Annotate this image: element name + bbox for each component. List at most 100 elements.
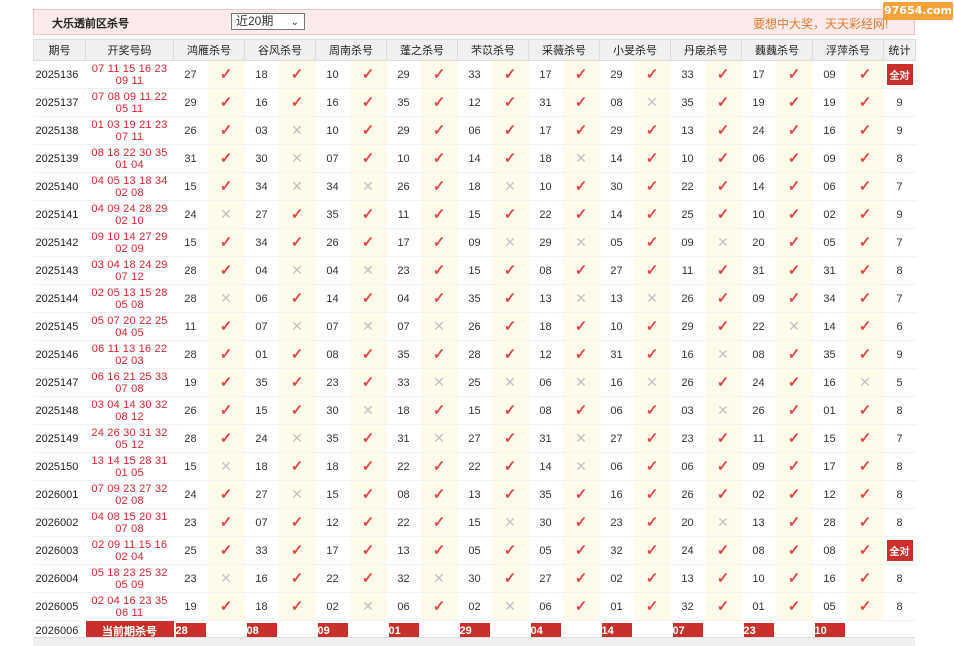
period-cell: 2025150 xyxy=(33,452,86,481)
check-icon: ✓ xyxy=(846,509,884,536)
kill-cell: 03 ✕ xyxy=(244,116,316,145)
check-icon: ✓ xyxy=(704,565,742,592)
draw-numbers: 03 04 14 30 32 08 12 xyxy=(85,396,174,425)
check-icon: ✓ xyxy=(491,397,529,424)
check-icon: ✓ xyxy=(420,89,458,116)
kill-number: 25 xyxy=(681,208,694,221)
filter-bar: 大乐透前区杀号 近20期 ⌄ 要想中大奖，天天彩经网! xyxy=(33,9,915,35)
kill-cell: 10 ✓ xyxy=(315,60,387,89)
hit-count: 8 xyxy=(896,404,903,417)
header-expert: 浮萍杀号 xyxy=(812,39,884,61)
check-icon: ✓ xyxy=(491,257,529,284)
check-icon: ✓ xyxy=(349,565,387,592)
check-icon: ✓ xyxy=(633,397,671,424)
kill-number: 26 xyxy=(326,236,339,249)
check-icon: ✓ xyxy=(775,481,813,508)
kill-number: 09 xyxy=(752,460,765,473)
check-icon: ✓ xyxy=(704,89,742,116)
check-icon: ✓ xyxy=(420,341,458,368)
check-icon: ✓ xyxy=(562,593,600,620)
draw-back: 07 08 xyxy=(115,522,144,535)
kill-cell: 18 ✓ xyxy=(528,312,600,341)
kill-cell: 13 ✓ xyxy=(741,508,813,537)
stat-cell: 6 xyxy=(883,312,916,341)
kill-cell: 06 ✓ xyxy=(244,284,316,313)
draw-numbers: 04 09 24 28 29 02 10 xyxy=(85,200,174,229)
check-icon: ✓ xyxy=(207,229,245,256)
kill-cell: 26 ✓ xyxy=(670,284,742,313)
period-cell: 2026002 xyxy=(33,508,86,537)
kill-number: 31 xyxy=(823,264,836,277)
kill-number: 01 xyxy=(610,600,623,613)
header-expert: 小旻杀号 xyxy=(599,39,671,61)
cross-icon: ✕ xyxy=(704,341,742,368)
cross-icon: ✕ xyxy=(207,201,245,228)
kill-cell: 14 ✓ xyxy=(457,144,529,173)
hit-count: 7 xyxy=(896,292,903,305)
draw-numbers: 01 03 19 21 23 07 11 xyxy=(85,116,174,145)
table-row: 2025138 01 03 19 21 23 07 11 26 ✓ 03 ✕ 10 ✓ 29 ✓ 06… xyxy=(33,116,916,145)
cross-icon: ✕ xyxy=(562,425,600,452)
check-icon: ✓ xyxy=(704,593,742,620)
kill-cell: 29 ✓ xyxy=(670,312,742,341)
kill-number: 09 xyxy=(681,236,694,249)
kill-cell: 22 ✓ xyxy=(528,200,600,229)
kill-cell: 12 ✓ xyxy=(528,340,600,369)
header-expert: 蘶蘶杀号 xyxy=(741,39,813,61)
draw-numbers: 24 26 30 31 32 05 12 xyxy=(85,424,174,453)
draw-back: 02 04 xyxy=(115,550,144,563)
check-icon: ✓ xyxy=(562,201,600,228)
check-icon: ✓ xyxy=(633,257,671,284)
kill-number: 27 xyxy=(255,488,268,501)
kill-number: 02 xyxy=(610,572,623,585)
kill-number: 02 xyxy=(752,488,765,501)
kill-number: 32 xyxy=(681,600,694,613)
kill-cell: 11 ✓ xyxy=(173,312,245,341)
kill-number: 19 xyxy=(184,376,197,389)
check-icon: ✓ xyxy=(278,453,316,480)
kill-cell: 06 ✓ xyxy=(457,116,529,145)
draw-numbers: 02 09 11 15 16 02 04 xyxy=(85,536,174,565)
kill-cell: 28 ✓ xyxy=(173,340,245,369)
kill-number: 16 xyxy=(823,124,836,137)
cross-icon: ✕ xyxy=(775,313,813,340)
check-icon: ✓ xyxy=(562,341,600,368)
kill-number: 06 xyxy=(539,376,552,389)
range-select[interactable]: 近20期 ⌄ xyxy=(231,13,305,30)
check-icon: ✓ xyxy=(562,61,600,88)
kill-cell: 05 ✓ xyxy=(812,228,884,257)
kill-number: 09 xyxy=(752,292,765,305)
draw-numbers: 05 18 23 25 32 05 09 xyxy=(85,564,174,593)
draw-front: 04 08 15 20 31 xyxy=(91,510,168,523)
draw-front: 03 04 18 24 29 xyxy=(91,258,168,271)
draw-numbers: 06 16 21 25 33 07 08 xyxy=(85,368,174,397)
check-icon: ✓ xyxy=(278,61,316,88)
check-icon: ✓ xyxy=(633,453,671,480)
draw-numbers: 05 07 20 22 25 04 05 xyxy=(85,312,174,341)
check-icon: ✓ xyxy=(207,425,245,452)
period-cell: 2025143 xyxy=(33,256,86,285)
check-icon: ✓ xyxy=(491,481,529,508)
check-icon: ✓ xyxy=(207,593,245,620)
check-icon: ✓ xyxy=(633,145,671,172)
kill-cell: 35 ✓ xyxy=(670,88,742,117)
kill-cell: 16 ✕ xyxy=(599,368,671,397)
kill-cell: 31 ✓ xyxy=(173,144,245,173)
check-icon: ✓ xyxy=(633,173,671,200)
stat-cell: 8 xyxy=(883,396,916,425)
check-icon: ✓ xyxy=(420,537,458,564)
kill-number: 26 xyxy=(184,124,197,137)
cross-icon: ✕ xyxy=(278,481,316,508)
kill-number: 35 xyxy=(255,376,268,389)
kill-cell: 23 ✓ xyxy=(386,256,458,285)
kill-number: 28 xyxy=(184,264,197,277)
check-icon: ✓ xyxy=(207,257,245,284)
check-icon: ✓ xyxy=(349,369,387,396)
kill-cell: 30 ✓ xyxy=(599,172,671,201)
kill-number: 02 xyxy=(468,600,481,613)
check-icon: ✓ xyxy=(278,537,316,564)
kill-cell: 22 ✓ xyxy=(670,172,742,201)
check-icon: ✓ xyxy=(775,257,813,284)
stat-cell: 9 xyxy=(883,88,916,117)
check-icon: ✓ xyxy=(704,173,742,200)
